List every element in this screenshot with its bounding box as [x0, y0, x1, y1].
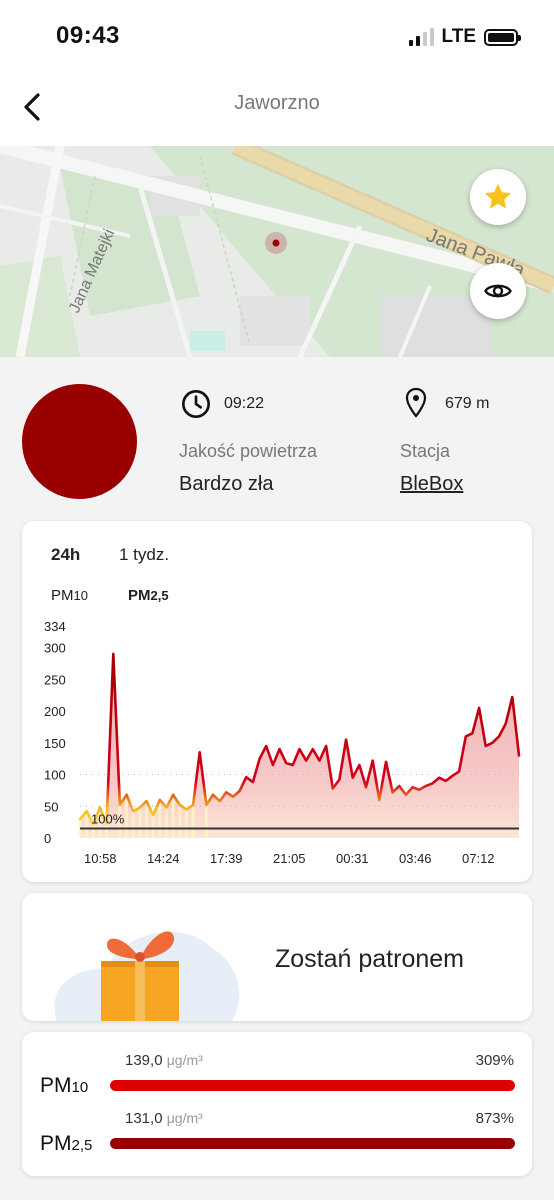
pm-history-chart[interactable]: 334 300 250 200 150 100 50 0 100% 10:58 14:24 17:39… — [22, 521, 532, 882]
pm10-number: 139,0 — [125, 1052, 163, 1069]
status-time: 09:43 — [56, 22, 120, 49]
y-tick-label: 200 — [44, 704, 66, 719]
pm25-percent: 873% — [475, 1110, 514, 1127]
location-pin-icon — [405, 387, 427, 418]
x-tick-label: 17:39 — [210, 851, 243, 866]
x-tick-label: 21:05 — [273, 851, 306, 866]
x-tick-label: 14:24 — [147, 851, 180, 866]
x-tick-label: 03:46 — [399, 851, 432, 866]
pm10-level-bar — [110, 1080, 515, 1091]
pm10-percent: 309% — [475, 1052, 514, 1069]
station-label: Stacja — [400, 441, 451, 461]
station-info: 09:22 679 m Jakość powietrza Stacja Bard… — [0, 357, 554, 520]
pm10-label-sub: 10 — [71, 1079, 89, 1096]
air-quality-indicator — [22, 384, 137, 499]
clock-icon — [182, 390, 210, 418]
battery-icon — [484, 28, 521, 46]
patron-promo-card[interactable]: Zostań patronem — [22, 893, 532, 1021]
station-map[interactable]: Jana Matejki Jana Pawła — [0, 146, 554, 357]
y-tick-label: 50 — [44, 799, 58, 814]
y-tick-label: 300 — [44, 641, 66, 656]
map-canvas: Jana Matejki Jana Pawła — [0, 146, 554, 357]
page-title: Jaworzno — [234, 92, 320, 114]
nav-bar: Jaworzno — [0, 70, 554, 146]
y-tick-label: 250 — [44, 672, 66, 687]
pm25-label-sub: 2,5 — [71, 1137, 93, 1154]
status-bar: 09:43 LTE — [0, 0, 554, 70]
star-icon — [485, 184, 511, 208]
pm25-level-bar — [110, 1138, 515, 1149]
norm-label: 100% — [91, 811, 125, 826]
pm25-label: PM2,5 — [40, 1132, 92, 1156]
visibility-button[interactable] — [470, 263, 526, 319]
x-tick-label: 10:58 — [84, 851, 117, 866]
pm25-unit: μg/m³ — [166, 1110, 203, 1126]
favorite-button[interactable] — [470, 169, 526, 225]
pm25-value: 131,0 μg/m³ — [125, 1110, 203, 1127]
pm10-unit: μg/m³ — [166, 1052, 203, 1068]
history-chart-card: 24h 1 tydz. PM10 PM2,5 334 300 250 200 150 10… — [22, 521, 532, 882]
pm10-value: 139,0 μg/m³ — [125, 1052, 203, 1069]
pollutant-summary-card: 139,0 μg/m³ 309% PM10 131,0 μg/m³ 873% P… — [22, 1032, 532, 1176]
pm10-label-main: PM — [40, 1074, 72, 1097]
x-tick-label: 00:31 — [336, 851, 369, 866]
patron-promo-text: Zostań patronem — [275, 945, 464, 973]
eye-icon — [484, 284, 512, 298]
station-marker[interactable] — [272, 239, 280, 247]
status-icons: LTE — [408, 26, 521, 48]
air-quality-label: Jakość powietrza — [179, 441, 318, 461]
x-tick-label: 07:12 — [462, 851, 495, 866]
air-quality-value: Bardzo zła — [179, 473, 274, 495]
pm25-number: 131,0 — [125, 1110, 163, 1127]
measurement-time: 09:22 — [224, 395, 265, 412]
y-tick-label: 334 — [44, 619, 66, 634]
gift-illustration — [54, 931, 240, 1021]
y-tick-label: 100 — [44, 768, 66, 783]
station-distance: 679 m — [445, 395, 490, 412]
pm25-label-main: PM — [40, 1132, 72, 1155]
network-type: LTE — [441, 26, 476, 47]
station-link[interactable]: BleBox — [400, 473, 463, 496]
pm10-label: PM10 — [40, 1074, 88, 1098]
y-tick-label: 0 — [44, 831, 51, 846]
signal-icon — [408, 28, 434, 46]
y-tick-label: 150 — [44, 736, 66, 751]
